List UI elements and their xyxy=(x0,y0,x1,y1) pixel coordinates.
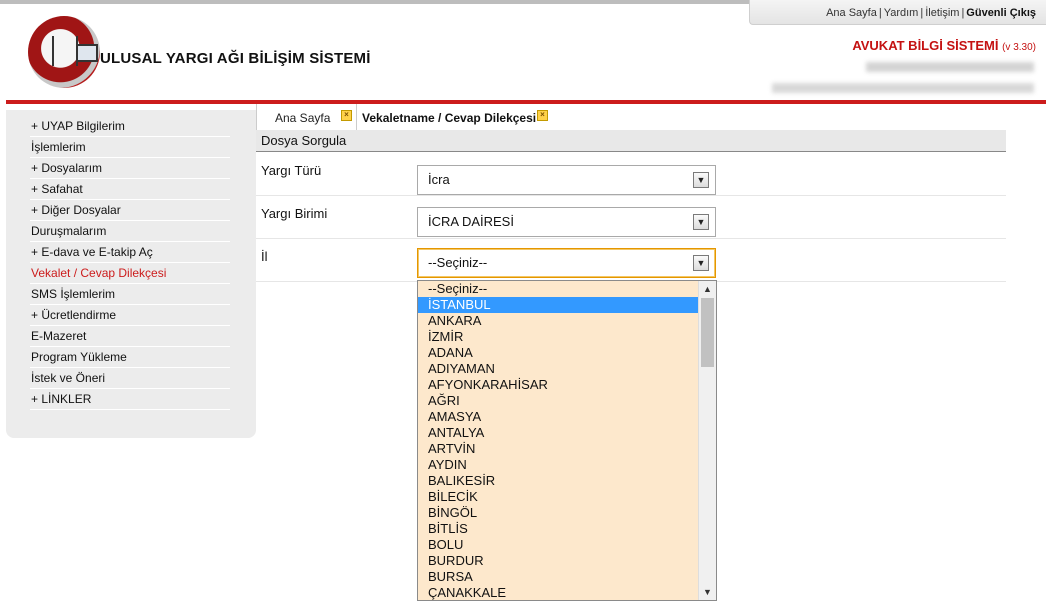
select-value: İcra xyxy=(428,172,450,187)
sidebar-item-e-mazeret[interactable]: E-Mazeret xyxy=(30,326,230,347)
dropdown-option[interactable]: BİNGÖL xyxy=(418,505,716,521)
dropdown-option[interactable]: BURSA xyxy=(418,569,716,585)
separator: | xyxy=(920,7,924,19)
dropdown-option[interactable]: ADANA xyxy=(418,345,716,361)
separator: | xyxy=(961,7,965,19)
dropdown-option[interactable]: AĞRI xyxy=(418,393,716,409)
form-row-il: İl --Seçiniz-- ▼ xyxy=(256,239,1006,282)
dropdown-option[interactable]: BİTLİS xyxy=(418,521,716,537)
dropdown-option[interactable]: BOLU xyxy=(418,537,716,553)
uyap-logo xyxy=(28,16,100,88)
app-title-text: AVUKAT BİLGİ SİSTEMİ xyxy=(852,38,999,53)
sidebar-item-vekalet[interactable]: Vekalet / Cevap Dilekçesi xyxy=(30,263,230,284)
tab-label: Vekaletname / Cevap Dilekçesi xyxy=(362,111,537,125)
sidebar-item-linkler[interactable]: + LİNKLER xyxy=(30,389,230,410)
field-label: İl xyxy=(261,249,268,264)
form-row-yargi-turu: Yargı Türü İcra ▼ xyxy=(256,153,1006,196)
home-link[interactable]: Ana Sayfa xyxy=(826,7,877,19)
yargi-turu-select[interactable]: İcra ▼ xyxy=(417,165,716,195)
dropdown-option[interactable]: İZMİR xyxy=(418,329,716,345)
site-title: ULUSAL YARGI AĞI BİLİŞİM SİSTEMİ xyxy=(100,50,371,67)
sidebar-item-safahat[interactable]: + Safahat xyxy=(30,179,230,200)
chevron-down-icon[interactable]: ▼ xyxy=(693,214,709,230)
sidebar-item-istek-oneri[interactable]: İstek ve Öneri xyxy=(30,368,230,389)
close-icon[interactable]: × xyxy=(341,110,352,121)
dropdown-option[interactable]: BURDUR xyxy=(418,553,716,569)
logout-link[interactable]: Güvenli Çıkış xyxy=(966,7,1036,19)
chevron-down-icon[interactable]: ▼ xyxy=(693,255,709,271)
sidebar-item-diger-dosyalar[interactable]: + Diğer Dosyalar xyxy=(30,200,230,221)
select-value: --Seçiniz-- xyxy=(428,255,488,270)
sidebar-item-ucretlendirme[interactable]: + Ücretlendirme xyxy=(30,305,230,326)
sidebar-item-sms[interactable]: SMS İşlemlerim xyxy=(30,284,230,305)
blurred-user-info xyxy=(866,62,1034,72)
sidebar-item-islemlerim[interactable]: İşlemlerim xyxy=(30,137,230,158)
dropdown-option[interactable]: ADIYAMAN xyxy=(418,361,716,377)
section-title: Dosya Sorgula xyxy=(256,130,1006,152)
sidebar-item-e-dava[interactable]: + E-dava ve E-takip Aç xyxy=(30,242,230,263)
yargi-birimi-select[interactable]: İCRA DAİRESİ ▼ xyxy=(417,207,716,237)
sidebar-item-dosyalarim[interactable]: + Dosyalarım xyxy=(30,158,230,179)
il-select[interactable]: --Seçiniz-- ▼ xyxy=(417,248,716,278)
top-links: Ana Sayfa | Yardım | İletişim | Güvenli Çıkış xyxy=(749,0,1046,25)
dropdown-option[interactable]: ANKARA xyxy=(418,313,716,329)
dropdown-option[interactable]: ÇANAKKALE xyxy=(418,585,716,600)
dropdown-option[interactable]: BİLECİK xyxy=(418,489,716,505)
justice-scale-icon xyxy=(52,36,78,66)
dropdown-option[interactable]: AFYONKARAHİSAR xyxy=(418,377,716,393)
computer-monitor-icon xyxy=(76,44,98,62)
dropdown-option[interactable]: --Seçiniz-- xyxy=(418,281,716,297)
tab-vekaletname[interactable]: Vekaletname / Cevap Dilekçesi × xyxy=(356,104,550,130)
dropdown-option-selected[interactable]: İSTANBUL xyxy=(418,297,699,313)
scroll-thumb[interactable] xyxy=(701,298,714,367)
dropdown-option[interactable]: ARTVİN xyxy=(418,441,716,457)
dropdown-option[interactable]: AYDIN xyxy=(418,457,716,473)
sidebar-item-durusmalarim[interactable]: Duruşmalarım xyxy=(30,221,230,242)
tab-bar: Ana Sayfa × Vekaletname / Cevap Dilekçes… xyxy=(256,104,1006,130)
scroll-up-icon[interactable]: ▲ xyxy=(699,281,716,297)
tab-ana-sayfa[interactable]: Ana Sayfa × xyxy=(256,104,356,130)
form-row-yargi-birimi: Yargı Birimi İCRA DAİRESİ ▼ xyxy=(256,196,1006,239)
sidebar-item-program-yukleme[interactable]: Program Yükleme xyxy=(30,347,230,368)
dropdown-option[interactable]: ANTALYA xyxy=(418,425,716,441)
il-dropdown-list[interactable]: --Seçiniz-- İSTANBUL ANKARA İZMİR ADANA … xyxy=(417,280,717,601)
help-link[interactable]: Yardım xyxy=(884,7,919,19)
sidebar-item-uyap-bilgilerim[interactable]: + UYAP Bilgilerim xyxy=(30,116,230,137)
app-title: AVUKAT BİLGİ SİSTEMİ (v 3.30) xyxy=(852,38,1036,53)
tab-label: Ana Sayfa xyxy=(275,111,331,125)
separator: | xyxy=(878,7,882,19)
app-version: (v 3.30) xyxy=(1002,42,1036,53)
dropdown-option[interactable]: AMASYA xyxy=(418,409,716,425)
field-label: Yargı Birimi xyxy=(261,206,328,221)
sidebar-menu: + UYAP Bilgilerim İşlemlerim + Dosyaları… xyxy=(6,110,256,410)
close-icon[interactable]: × xyxy=(537,110,548,121)
chevron-down-icon[interactable]: ▼ xyxy=(693,172,709,188)
dropdown-scrollbar[interactable]: ▲ ▼ xyxy=(698,281,716,600)
sidebar: + UYAP Bilgilerim İşlemlerim + Dosyaları… xyxy=(6,110,256,438)
blurred-date-info xyxy=(772,83,1034,93)
select-value: İCRA DAİRESİ xyxy=(428,214,514,229)
field-label: Yargı Türü xyxy=(261,163,322,178)
dropdown-option[interactable]: BALIKESİR xyxy=(418,473,716,489)
scroll-down-icon[interactable]: ▼ xyxy=(699,584,716,600)
contact-link[interactable]: İletişim xyxy=(925,7,959,19)
